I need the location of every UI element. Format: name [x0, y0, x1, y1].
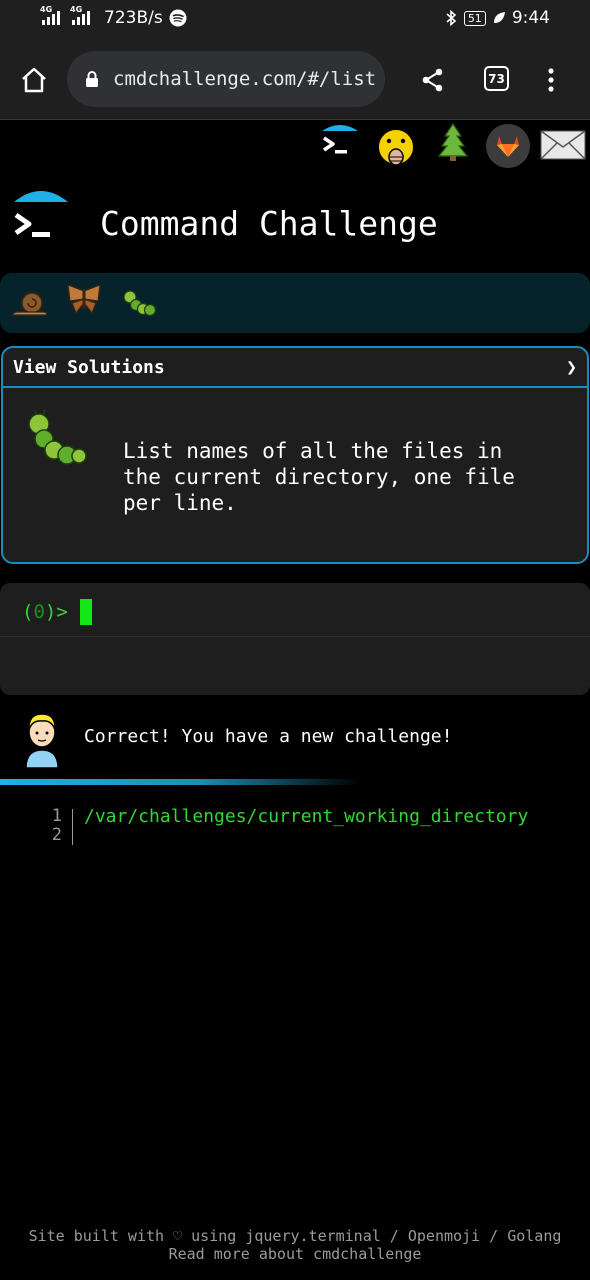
site-header: Command Challenge: [10, 186, 590, 266]
result-message: Correct! You have a new challenge!: [0, 706, 590, 776]
share-icon[interactable]: [420, 67, 446, 93]
overflow-menu-icon[interactable]: [546, 67, 556, 93]
snail-icon[interactable]: [8, 289, 50, 319]
prompt-close: )>: [44, 601, 68, 623]
bluetooth-icon: [446, 9, 457, 27]
footer-credits[interactable]: Site built with ♡ using jquery.terminal …: [0, 1227, 590, 1245]
address-bar[interactable]: cmdchallenge.com/#/list: [67, 51, 385, 107]
home-icon[interactable]: [20, 66, 48, 94]
network-type-label: 4G: [40, 5, 53, 14]
result-text: Correct! You have a new challenge!: [84, 726, 453, 747]
line-number: 1: [51, 806, 62, 826]
site-nav-icons: [0, 122, 590, 172]
output-line: 1 /var/challenges/current_working_direct…: [0, 806, 590, 827]
challenge-card: View Solutions ❯ List names of all the f…: [1, 346, 589, 564]
challenge-description: List names of all the files in the curre…: [123, 439, 515, 515]
view-solutions-toggle[interactable]: View Solutions ❯: [3, 348, 587, 388]
terminal-logo-icon[interactable]: [318, 122, 362, 170]
caterpillar-icon: [28, 410, 87, 465]
email-envelope-icon[interactable]: [540, 130, 586, 164]
person-icon: [25, 713, 59, 769]
level-selector: [0, 273, 590, 333]
output-gutter: [72, 809, 73, 845]
spotify-icon: [169, 9, 187, 27]
status-left: 4G 4G 723B/s: [40, 5, 187, 28]
chevron-right-icon: ❯: [566, 356, 577, 378]
caterpillar-icon[interactable]: [122, 289, 158, 319]
network-speed: 723B/s: [104, 8, 163, 28]
tab-switcher-button[interactable]: 73: [484, 66, 509, 91]
browser-toolbar: cmdchallenge.com/#/list 73: [0, 40, 590, 120]
signal-icon: 4G: [40, 5, 60, 25]
terminal-divider: [0, 636, 590, 637]
status-bar: 4G 4G 723B/s 51 9:44: [0, 0, 590, 40]
output-text: /var/challenges/current_working_director…: [84, 806, 529, 827]
terminal-prompt[interactable]: (0)>: [22, 599, 92, 625]
network-type-label: 4G: [70, 5, 83, 14]
url-text: cmdchallenge.com/#/list: [113, 68, 377, 90]
footer-about-link[interactable]: Read more about cmdchallenge: [0, 1245, 590, 1263]
site-logo-icon[interactable]: [10, 186, 74, 252]
line-number: 2: [51, 825, 62, 845]
leaf-icon: [493, 12, 505, 23]
shushing-face-icon[interactable]: [376, 127, 416, 175]
terminal[interactable]: (0)>: [0, 583, 590, 695]
battery-indicator: 51: [463, 10, 486, 26]
tree-icon[interactable]: [436, 122, 470, 166]
output-line: 2: [0, 825, 590, 845]
status-right: 51 9:44: [444, 8, 550, 28]
output-panel: 1 /var/challenges/current_working_direct…: [0, 806, 590, 845]
progress-divider: [0, 779, 360, 785]
lock-icon: [86, 71, 98, 87]
footer: Site built with ♡ using jquery.terminal …: [0, 1227, 590, 1263]
page-title: Command Challenge: [100, 204, 438, 243]
gitlab-icon[interactable]: [485, 123, 531, 173]
moth-icon[interactable]: [64, 283, 104, 317]
signal-icon: 4G: [70, 5, 90, 25]
prompt-exit-code: 0: [33, 601, 45, 623]
prompt-open: (: [22, 601, 34, 623]
clock: 9:44: [511, 8, 550, 28]
terminal-cursor[interactable]: [79, 599, 92, 625]
view-solutions-label: View Solutions: [13, 356, 165, 378]
